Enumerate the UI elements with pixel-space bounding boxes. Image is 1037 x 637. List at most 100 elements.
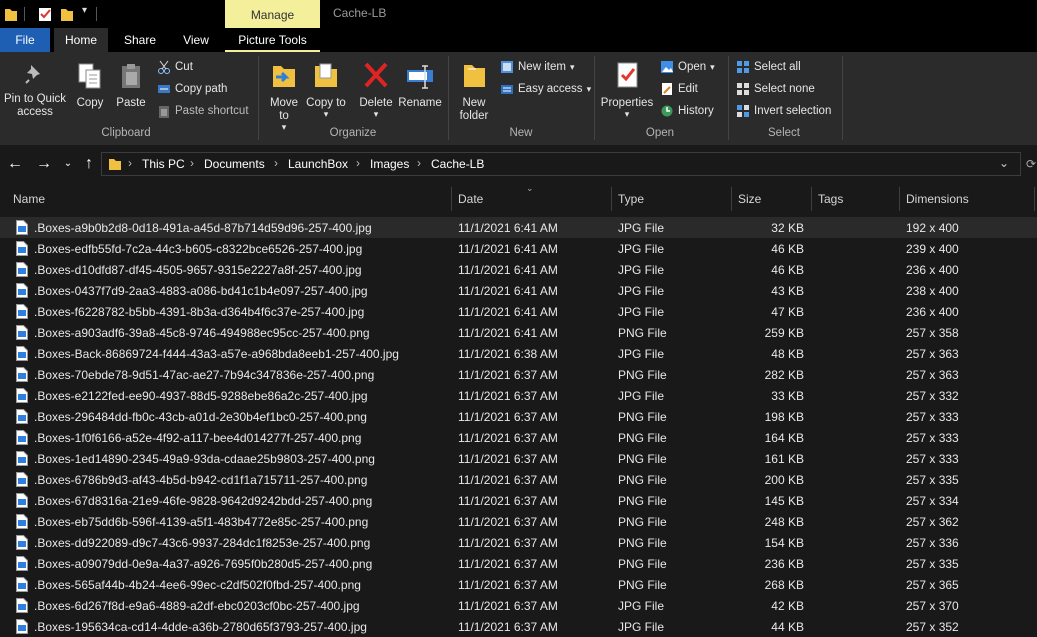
forward-arrow-icon[interactable]: → xyxy=(34,154,54,174)
column-divider[interactable] xyxy=(451,187,452,211)
group-divider xyxy=(594,56,595,140)
select-all-button[interactable]: Select all xyxy=(736,59,801,75)
file-size: 47 KB xyxy=(771,305,804,319)
file-row[interactable]: .Boxes-6786b9d3-af43-4b5d-b942-cd1f1a715… xyxy=(0,469,1037,490)
column-divider[interactable] xyxy=(1034,187,1035,211)
column-divider[interactable] xyxy=(731,187,732,211)
file-name: .Boxes-e2122fed-ee90-4937-88d5-9288ebe86… xyxy=(34,389,368,403)
file-row[interactable]: .Boxes-edfb55fd-7c2a-44c3-b605-c8322bce6… xyxy=(0,238,1037,259)
address-bar[interactable]: › This PC › Documents › LaunchBox › Imag… xyxy=(101,152,1021,176)
file-type: JPG File xyxy=(618,284,665,298)
file-row[interactable]: .Boxes-6d267f8d-e9a6-4889-a2df-ebc0203cf… xyxy=(0,595,1037,616)
column-dimensions[interactable]: Dimensions xyxy=(906,192,969,206)
copy-to-button[interactable]: Copy to ▾ xyxy=(306,60,346,119)
customize-qa-chevron-icon[interactable]: ▾ xyxy=(82,5,87,21)
clipboard-group-label: Clipboard xyxy=(101,127,151,139)
file-size: 268 KB xyxy=(764,578,804,592)
column-tags[interactable]: Tags xyxy=(818,192,843,206)
column-size[interactable]: Size xyxy=(738,192,761,206)
file-dimensions: 257 x 333 xyxy=(906,431,959,445)
column-divider[interactable] xyxy=(811,187,812,211)
new-item-button[interactable]: New item ▾ xyxy=(500,59,574,75)
refresh-icon[interactable]: ⟳ xyxy=(1021,154,1037,174)
dropdown-chevron-icon: ▾ xyxy=(586,84,592,94)
file-type: PNG File xyxy=(618,431,667,445)
file-row[interactable]: .Boxes-1f0f6166-a52e-4f92-a117-bee4d0142… xyxy=(0,427,1037,448)
file-row[interactable]: .Boxes-a903adf6-39a8-45c8-9746-494988ec9… xyxy=(0,322,1037,343)
file-row[interactable]: .Boxes-1ed14890-2345-49a9-93da-cdaae25b9… xyxy=(0,448,1037,469)
edit-button[interactable]: Edit xyxy=(660,81,698,97)
new-folder-button[interactable]: New folder xyxy=(454,60,494,123)
breadcrumb-images[interactable]: Images xyxy=(370,157,409,171)
paste-shortcut-button[interactable]: Paste shortcut xyxy=(157,103,249,119)
new-folder-icon xyxy=(464,65,485,87)
up-arrow-icon[interactable]: ↑ xyxy=(79,154,99,174)
copy-path-button[interactable]: Copy path xyxy=(157,81,227,97)
breadcrumb-launchbox[interactable]: LaunchBox xyxy=(288,157,348,171)
pin-to-quick-access-button[interactable]: Pin to Quick access xyxy=(2,62,68,119)
file-date: 11/1/2021 6:41 AM xyxy=(458,305,558,319)
properties-button[interactable]: Properties ▾ xyxy=(598,60,656,119)
recent-locations-chevron-icon[interactable]: ⌄ xyxy=(58,154,78,174)
select-none-button[interactable]: Select none xyxy=(736,81,815,97)
file-row[interactable]: .Boxes-dd922089-d9c7-43c6-9937-284dc1f82… xyxy=(0,532,1037,553)
file-row[interactable]: .Boxes-195634ca-cd14-4dde-a36b-2780d65f3… xyxy=(0,616,1037,637)
file-dimensions: 257 x 336 xyxy=(906,536,959,550)
move-to-button[interactable]: Move to ▾ xyxy=(264,60,304,132)
tab-picture-tools[interactable]: Picture Tools xyxy=(225,28,320,52)
file-size: 32 KB xyxy=(771,221,804,235)
breadcrumb-cache-lb[interactable]: Cache-LB xyxy=(431,157,484,171)
column-type[interactable]: Type xyxy=(618,192,644,206)
file-type: PNG File xyxy=(618,368,667,382)
file-row[interactable]: .Boxes-e2122fed-ee90-4937-88d5-9288ebe86… xyxy=(0,385,1037,406)
tab-home[interactable]: Home xyxy=(54,28,108,52)
file-row[interactable]: .Boxes-d10dfd87-df45-4505-9657-9315e2227… xyxy=(0,259,1037,280)
copy-button[interactable]: Copy xyxy=(72,62,108,110)
file-list: .Boxes-a9b0b2d8-0d18-491a-a45d-87b714d59… xyxy=(0,217,1037,637)
address-history-chevron-icon[interactable]: ⌄ xyxy=(999,156,1009,170)
tab-view[interactable]: View xyxy=(170,28,222,52)
image-file-icon xyxy=(16,493,28,508)
properties-check-icon[interactable] xyxy=(38,6,52,22)
file-date: 11/1/2021 6:41 AM xyxy=(458,284,558,298)
select-all-label: Select all xyxy=(754,61,801,73)
file-row[interactable]: .Boxes-565af44b-4b24-4ee6-99ec-c2df502f0… xyxy=(0,574,1037,595)
file-type: PNG File xyxy=(618,578,667,592)
tab-share[interactable]: Share xyxy=(114,28,166,52)
column-divider[interactable] xyxy=(611,187,612,211)
file-row[interactable]: .Boxes-a9b0b2d8-0d18-491a-a45d-87b714d59… xyxy=(0,217,1037,238)
cut-button[interactable]: Cut xyxy=(157,59,193,75)
file-row[interactable]: .Boxes-70ebde78-9d51-47ac-ae27-7b94c3478… xyxy=(0,364,1037,385)
rename-button[interactable]: Rename xyxy=(398,60,442,110)
file-row[interactable]: .Boxes-296484dd-fb0c-43cb-a01d-2e30b4ef1… xyxy=(0,406,1037,427)
file-row[interactable]: .Boxes-f6228782-b5bb-4391-8b3a-d364b4f6c… xyxy=(0,301,1037,322)
breadcrumb-this-pc[interactable]: This PC xyxy=(142,157,185,171)
file-type: JPG File xyxy=(618,221,665,235)
paste-button[interactable]: Paste xyxy=(113,62,149,110)
history-button[interactable]: History xyxy=(660,103,714,119)
column-date[interactable]: Date xyxy=(458,192,483,206)
file-row[interactable]: .Boxes-67d8316a-21e9-46fe-9828-9642d9242… xyxy=(0,490,1037,511)
open-button[interactable]: Open ▾ xyxy=(660,59,715,75)
manage-contextual-tab[interactable]: Manage xyxy=(225,0,320,28)
column-divider[interactable] xyxy=(899,187,900,211)
file-row[interactable]: .Boxes-eb75dd6b-596f-4139-a5f1-483b4772e… xyxy=(0,511,1037,532)
file-row[interactable]: .Boxes-Back-86869724-f444-43a3-a57e-a968… xyxy=(0,343,1037,364)
file-row[interactable]: .Boxes-0437f7d9-2aa3-4883-a086-bd41c1b4e… xyxy=(0,280,1037,301)
file-row[interactable]: .Boxes-a09079dd-0e9a-4a37-a926-7695f0b28… xyxy=(0,553,1037,574)
file-dimensions: 257 x 334 xyxy=(906,494,959,508)
file-type: JPG File xyxy=(618,242,665,256)
tab-file[interactable]: File xyxy=(0,28,50,52)
new-folder-label: New folder xyxy=(459,97,489,122)
file-dimensions: 257 x 335 xyxy=(906,557,959,571)
easy-access-button[interactable]: Easy access ▾ xyxy=(500,81,591,97)
back-arrow-icon[interactable]: ← xyxy=(5,154,25,174)
file-date: 11/1/2021 6:37 AM xyxy=(458,368,558,382)
column-name[interactable]: Name xyxy=(13,192,45,206)
folder-icon[interactable] xyxy=(4,6,18,22)
delete-button[interactable]: Delete ▾ xyxy=(356,60,396,119)
breadcrumb-documents[interactable]: Documents xyxy=(204,157,265,171)
new-folder-icon[interactable] xyxy=(60,6,74,22)
image-file-icon xyxy=(16,304,28,319)
invert-selection-button[interactable]: Invert selection xyxy=(736,103,831,119)
